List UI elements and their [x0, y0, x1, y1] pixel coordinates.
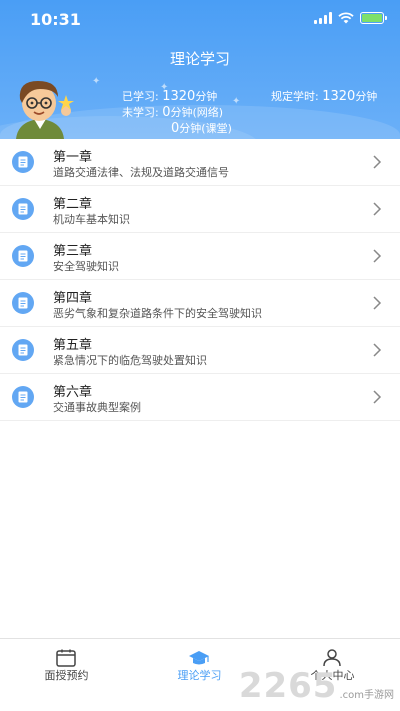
unstudied-label: 未学习:	[122, 106, 159, 119]
chevron-right-icon	[373, 296, 382, 310]
chapter-item-2[interactable]: 第二章 机动车基本知识	[0, 186, 400, 233]
required-label: 规定学时:	[271, 90, 319, 103]
chapter-subtitle: 恶劣气象和复杂道路条件下的安全驾驶知识	[53, 307, 262, 320]
chevron-right-icon	[373, 249, 382, 263]
chapter-item-6[interactable]: 第六章 交通事故典型案例	[0, 374, 400, 421]
document-icon	[12, 198, 34, 220]
user-icon	[323, 649, 341, 667]
tab-appointment[interactable]: 面授预约	[0, 639, 133, 689]
chapter-subtitle: 紧急情况下的临危驾驶处置知识	[53, 354, 207, 367]
chapter-subtitle: 安全驾驶知识	[53, 260, 119, 273]
study-stats: 已学习: 1320分钟 规定学时: 1320分钟 未学习: 0分钟(网络) 0分…	[0, 0, 400, 139]
watermark-suffix: .com手游网	[339, 690, 394, 701]
unstudied-online-value: 0	[162, 105, 171, 120]
chapter-title: 第一章	[53, 150, 93, 165]
chapter-title: 第五章	[53, 338, 93, 353]
chapter-title: 第二章	[53, 197, 93, 212]
tab-label: 面授预约	[44, 669, 89, 682]
required-time: 规定学时: 1320分钟	[271, 88, 377, 104]
studied-unit: 分钟	[195, 90, 218, 103]
chevron-right-icon	[373, 202, 382, 216]
studied-time: 已学习: 1320分钟	[122, 88, 217, 104]
chapter-item-5[interactable]: 第五章 紧急情况下的临危驾驶处置知识	[0, 327, 400, 374]
chevron-right-icon	[373, 343, 382, 357]
unstudied-class-unit: 分钟(课堂)	[179, 122, 232, 135]
chapter-item-1[interactable]: 第一章 道路交通法律、法规及道路交通信号	[0, 139, 400, 186]
chapter-subtitle: 道路交通法律、法规及道路交通信号	[53, 166, 229, 179]
bottom-tab-bar: 面授预约 理论学习 个人中心 2265 .com手游网	[0, 638, 400, 711]
graduation-cap-icon	[189, 651, 209, 665]
document-icon	[12, 245, 34, 267]
studied-value: 1320	[162, 89, 196, 104]
studied-label: 已学习:	[122, 90, 159, 103]
calendar-icon	[56, 649, 76, 667]
document-icon	[12, 339, 34, 361]
watermark-number: 2265	[238, 666, 338, 706]
chevron-right-icon	[373, 390, 382, 404]
document-icon	[12, 292, 34, 314]
document-icon	[12, 386, 34, 408]
unstudied-online-time: 未学习: 0分钟(网络)	[122, 104, 223, 120]
required-value: 1320	[322, 89, 356, 104]
unstudied-online-unit: 分钟(网络)	[170, 106, 224, 119]
chevron-right-icon	[373, 155, 382, 169]
required-unit: 分钟	[355, 90, 378, 103]
chapter-subtitle: 机动车基本知识	[53, 213, 130, 226]
chapter-title: 第三章	[53, 244, 93, 259]
site-watermark: 2265 .com手游网	[239, 669, 394, 703]
chapter-title: 第四章	[53, 291, 93, 306]
header-banner: ✦ ✦ ✦ 10:31 理论学习 已学习: 1320分钟 规定学时: 1320分…	[0, 0, 400, 139]
chapter-item-3[interactable]: 第三章 安全驾驶知识	[0, 233, 400, 280]
unstudied-class-time: 0分钟(课堂)	[171, 120, 232, 136]
chapter-subtitle: 交通事故典型案例	[53, 401, 141, 414]
chapter-title: 第六章	[53, 385, 93, 400]
document-icon	[12, 151, 34, 173]
chapter-list: 第一章 道路交通法律、法规及道路交通信号 第二章 机动车基本知识 第三章 安全驾…	[0, 139, 400, 421]
chapter-item-4[interactable]: 第四章 恶劣气象和复杂道路条件下的安全驾驶知识	[0, 280, 400, 327]
